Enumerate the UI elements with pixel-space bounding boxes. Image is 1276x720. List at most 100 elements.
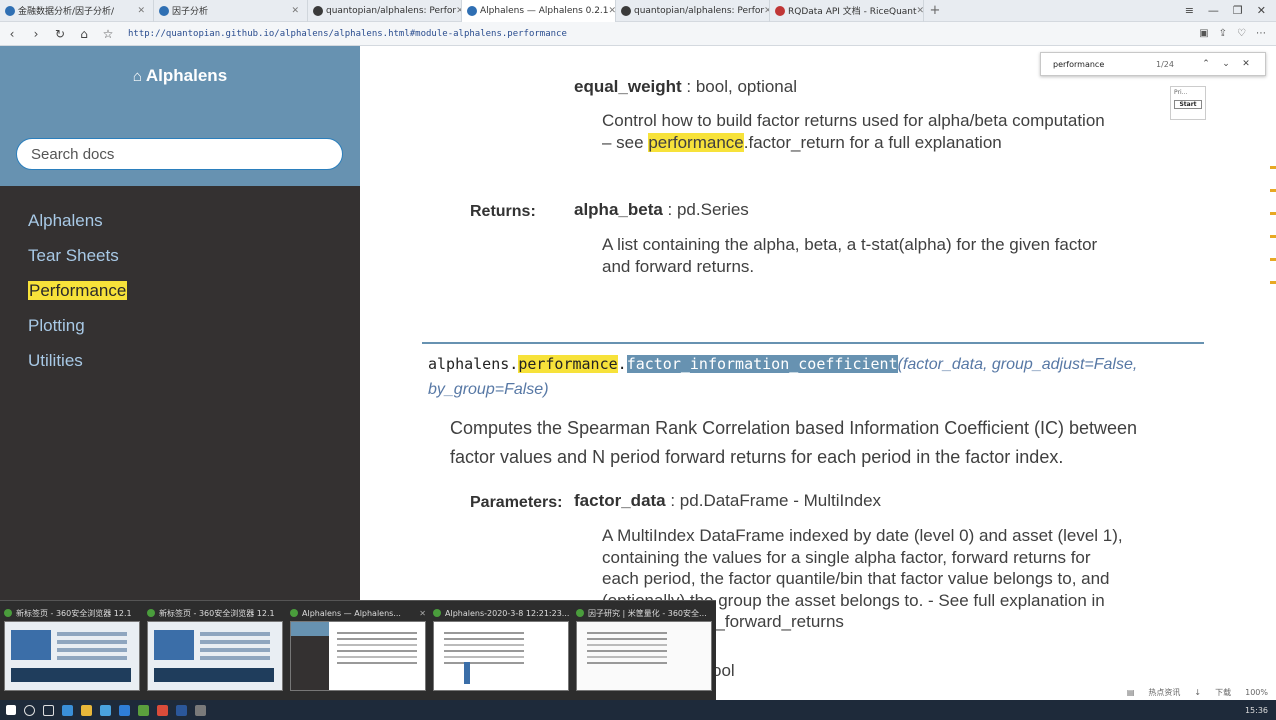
param-type: : pd.DataFrame - MultiIndex — [665, 491, 882, 510]
browser-icon — [576, 609, 584, 617]
browser-icon — [290, 609, 298, 617]
task-view-icon[interactable] — [43, 704, 54, 716]
close-window-icon[interactable]: ✕ — [1257, 4, 1266, 17]
preview-image — [147, 621, 283, 691]
window-preview[interactable]: Alphalens — Alphalens... ✕ — [290, 605, 426, 697]
bookmark-star-icon[interactable]: ☆ — [96, 27, 120, 41]
back-icon[interactable]: ‹ — [0, 27, 24, 41]
browser-status-bar: ▤ 热点资讯 ↓ 下载 100% — [716, 684, 1276, 700]
find-popup-item[interactable]: Pri... — [1171, 87, 1205, 98]
close-icon[interactable]: ✕ — [609, 6, 615, 16]
close-icon[interactable]: ✕ — [137, 6, 145, 16]
find-marker — [1270, 258, 1276, 261]
app-icon[interactable] — [176, 704, 187, 716]
minimize-icon[interactable]: — — [1208, 4, 1219, 17]
description-line: factor values and N period forward retur… — [450, 447, 1064, 467]
download-icon[interactable]: ↓ — [1194, 688, 1201, 697]
browser-tab[interactable]: RQData API 文档 - RiceQuant ✕ — [770, 0, 924, 22]
search-highlight: performance — [518, 355, 618, 373]
window-preview[interactable]: 新标签页 - 360安全浏览器 12.1 — [147, 605, 283, 697]
tab-label: quantopian/alphalens: Perfor — [634, 5, 765, 16]
find-next-icon[interactable]: ⌄ — [1216, 59, 1236, 69]
address-bar[interactable]: http://quantopian.github.io/alphalens/al… — [128, 29, 567, 39]
return-type: : pd.Series — [662, 200, 749, 219]
search-highlight: performance — [648, 133, 744, 152]
browser-tab[interactable]: 金融数据分析/因子分析/ ✕ — [0, 0, 154, 22]
description-line: containing the values for a single alpha… — [602, 547, 1091, 567]
bookmark-icon[interactable]: ♡ — [1237, 28, 1246, 39]
description-line: Computes the Spearman Rank Correlation b… — [450, 418, 1138, 438]
browser-tab[interactable]: 因子分析 ✕ — [154, 0, 308, 22]
preview-image — [290, 621, 426, 691]
close-icon[interactable]: ✕ — [419, 609, 426, 618]
forward-icon[interactable]: › — [24, 27, 48, 41]
browser-tab-active[interactable]: Alphalens — Alphalens 0.2.1 ✕ — [462, 0, 616, 22]
text: ) — [543, 381, 549, 398]
menu-icon[interactable]: ≡ — [1185, 4, 1194, 17]
app-icon[interactable] — [157, 704, 168, 716]
close-icon[interactable]: ✕ — [291, 6, 299, 16]
window-preview[interactable]: 因子研究 | 米筐量化 - 360安全... — [576, 605, 712, 697]
param-name: equal_weight — [574, 77, 682, 96]
find-marker — [1270, 281, 1276, 284]
sidebar-item-label: Utilities — [28, 351, 83, 370]
sidebar-item-alphalens[interactable]: Alphalens — [0, 206, 360, 241]
find-in-page-bar: performance 1/24 ⌃ ⌄ ✕ — [1040, 52, 1266, 76]
folder-icon[interactable] — [81, 704, 92, 716]
search-docs-input[interactable] — [16, 138, 343, 170]
sidebar-item-label: Alphalens — [28, 211, 103, 230]
extension-icon[interactable]: ▣ — [1199, 28, 1208, 39]
browser-icon[interactable] — [62, 704, 73, 716]
refresh-icon[interactable]: ↻ — [48, 27, 72, 41]
app-icon[interactable] — [119, 704, 130, 716]
find-previous-icon[interactable]: ⌃ — [1196, 59, 1216, 69]
find-start-button[interactable]: Start — [1174, 100, 1202, 109]
window-preview[interactable]: 新标签页 - 360安全浏览器 12.1 — [4, 605, 140, 697]
sidebar-item-performance[interactable]: Performance — [0, 276, 360, 311]
preview-image — [576, 621, 712, 691]
app-icon — [433, 609, 441, 617]
status-news[interactable]: 热点资讯 — [1148, 687, 1180, 698]
home-icon[interactable]: ⌂ — [72, 27, 96, 41]
find-close-icon[interactable]: ✕ — [1236, 59, 1256, 69]
find-input[interactable]: performance — [1041, 60, 1156, 69]
preview-label: 新标签页 - 360安全浏览器 12.1 — [16, 608, 132, 618]
zoom-level[interactable]: 100% — [1245, 688, 1268, 697]
app-icon[interactable] — [138, 704, 149, 716]
function-name[interactable]: factor_information_coefficient — [626, 355, 898, 373]
share-icon[interactable]: ⇪ — [1219, 28, 1227, 39]
browser-tab[interactable]: quantopian/alphalens: Perfor✕ — [616, 0, 770, 22]
start-icon[interactable] — [6, 705, 16, 715]
preview-label: Alphalens — Alphalens... — [302, 608, 401, 618]
preview-title: 因子研究 | 米筐量化 - 360安全... — [576, 605, 712, 621]
function-params: factor_data, group_adjust=False, — [902, 356, 1138, 373]
app-icon[interactable] — [195, 704, 206, 716]
sidebar-item-plotting[interactable]: Plotting — [0, 311, 360, 346]
sidebar-item-utilities[interactable]: Utilities — [0, 346, 360, 381]
navigation-bar: ‹ › ↻ ⌂ ☆ http://quantopian.github.io/al… — [0, 22, 1276, 46]
function-signature-rule — [422, 342, 1204, 344]
preview-label: 因子研究 | 米筐量化 - 360安全... — [588, 608, 707, 618]
more-icon[interactable]: ⋯ — [1256, 28, 1266, 39]
browser-icon — [4, 609, 12, 617]
browser-tab[interactable]: quantopian/alphalens: Perfor✕ — [308, 0, 462, 22]
param-name: factor_data — [574, 491, 666, 510]
system-clock[interactable]: 15:36 — [1245, 706, 1276, 715]
window-preview[interactable]: Alphalens-2020-3-8 12:21:23... — [433, 605, 569, 697]
news-icon[interactable]: ▤ — [1127, 688, 1135, 697]
sidebar-item-tear-sheets[interactable]: Tear Sheets — [0, 241, 360, 276]
search-icon[interactable] — [24, 704, 35, 716]
new-tab-button[interactable]: + — [924, 3, 946, 18]
description-line: A MultiIndex DataFrame indexed by date (… — [602, 526, 1123, 545]
param-equal-weight: equal_weight : bool, optional — [574, 76, 797, 98]
home-icon: ⌂ — [132, 68, 142, 85]
restore-icon[interactable]: ❐ — [1233, 4, 1243, 17]
page-icon — [467, 5, 477, 16]
status-download[interactable]: 下载 — [1215, 687, 1231, 698]
preview-image — [433, 621, 569, 691]
close-icon[interactable]: ✕ — [917, 6, 923, 16]
description-line: and forward returns. — [602, 257, 755, 276]
app-icon[interactable] — [100, 704, 111, 716]
sidebar-item-label: Tear Sheets — [28, 246, 119, 265]
site-logo[interactable]: ⌂ Alphalens — [0, 66, 360, 86]
